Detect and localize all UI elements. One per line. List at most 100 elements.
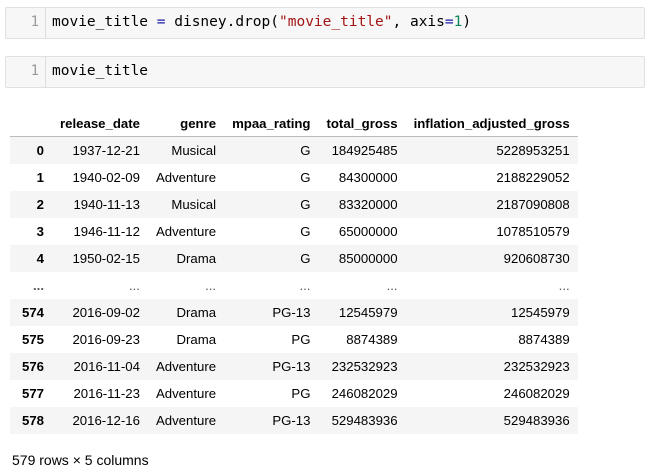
row-index: ... [33,278,45,293]
table-cell: 246082029 [503,386,570,401]
table-cell: G [300,197,311,212]
table-row: 0 1937-12-21 Musical G 184925485 5228953251 [10,136,578,164]
table-cell: PG [291,386,311,401]
table-cell: PG-13 [272,359,311,374]
table-cell: 8874389 [518,332,570,347]
code-token: movie_title [52,14,157,30]
table-cell: 2016-12-16 [72,413,140,428]
table-cell: Drama [176,251,217,266]
table-cell: 12545979 [338,305,398,320]
column-header: release_date [52,110,148,137]
line-number: 1 [6,8,46,38]
column-header: mpaa_rating [224,110,319,137]
column-header: genre [147,110,225,137]
table-cell: 84300000 [338,170,398,185]
table-cell: PG-13 [272,305,311,320]
row-index: 2 [36,197,45,212]
row-index: 4 [36,251,45,266]
row-index: 574 [22,305,45,320]
code-token: "movie_title" [279,14,393,30]
table-cell: 12545979 [510,305,570,320]
table-cell: 65000000 [338,224,398,239]
cell-output: release_date genre mpaa_rating total_gross i… [10,110,578,434]
table-cell: 920608730 [503,251,570,266]
code-token: disney.drop( [165,14,279,30]
table-cell: 2016-11-04 [73,359,140,374]
table-cell: Musical [171,197,217,212]
table-cell: 529483936 [503,413,570,428]
table-cell: G [300,143,311,158]
code-cell-1[interactable]: 1 movie_title = disney.drop("movie_title… [5,7,645,39]
table-row: 577 2016-11-23 Adventure PG 246082029 2460820… [10,380,578,407]
code-editor[interactable]: movie_title = disney.drop("movie_title",… [52,14,471,30]
table-cell: 1078510579 [496,224,570,239]
column-header: total_gross [318,110,406,137]
table-cell: Adventure [155,413,217,428]
row-index: 577 [22,386,45,401]
row-index: 578 [22,413,45,428]
table-cell: G [300,170,311,185]
table-row: 4 1950-02-15 Drama G 85000000 920608730 [10,245,578,272]
table-cell: 2188229052 [496,170,570,185]
code-cell-2[interactable]: 1 movie_title [5,56,645,88]
table-cell: 83320000 [338,197,398,212]
code-editor[interactable]: movie_title [52,63,148,79]
code-token: movie_title [52,63,149,79]
table-cell: 232532923 [331,359,398,374]
table-cell: 2016-09-02 [72,305,140,320]
table-cell: 1940-11-13 [73,197,140,212]
table-cell: 8874389 [346,332,398,347]
code-token: = [156,14,166,30]
code-token: ) [462,14,472,30]
column-header: inflation_adjusted_gross [405,110,578,137]
table-cell: PG [291,332,311,347]
row-index: 0 [36,143,45,158]
table-cell: 1937-12-21 [72,143,140,158]
table-row: 574 2016-09-02 Drama PG-13 12545979 12545979 [10,299,578,326]
dataframe-table: release_date genre mpaa_rating total_gross i… [10,110,578,434]
table-row: 576 2016-11-04 Adventure PG-13 232532923 2325… [10,353,578,380]
row-index: 3 [36,224,45,239]
table-cell: 2187090808 [496,197,570,212]
table-row: 1 1940-02-09 Adventure G 84300000 2188229052 [10,164,578,191]
table-cell: 246082029 [331,386,398,401]
row-index: 1 [36,170,45,185]
code-token: , axis [392,14,445,30]
table-cell: Adventure [155,386,217,401]
ellipsis-row: .................. [10,272,578,299]
table-cell: ... [205,278,217,293]
table-cell: 529483936 [331,413,398,428]
table-cell: G [300,224,311,239]
table-cell: ... [299,278,311,293]
table-cell: ... [558,278,570,293]
table-cell: Adventure [155,170,217,185]
table-row: 575 2016-09-23 Drama PG 8874389 8874389 [10,326,578,353]
table-cell: 184925485 [331,143,398,158]
table-cell: 1950-02-15 [72,251,140,266]
table-row: 3 1946-11-12 Adventure G 65000000 1078510579 [10,218,578,245]
row-index: 576 [22,359,45,374]
table-row: 2 1940-11-13 Musical G 83320000 2187090808 [10,191,578,218]
table-cell: 85000000 [338,251,398,266]
table-cell: Drama [176,332,217,347]
index-header [10,110,53,137]
table-cell: 232532923 [503,359,570,374]
table-cell: Adventure [155,359,217,374]
table-cell: 1946-11-12 [73,224,140,239]
dataframe-shape-label: 579 rows × 5 columns [12,452,149,468]
table-cell: 2016-11-23 [73,386,140,401]
line-number: 1 [6,57,46,87]
table-cell: ... [128,278,140,293]
table-cell: 5228953251 [496,143,570,158]
table-cell: 2016-09-23 [72,332,140,347]
table-cell: Adventure [155,224,217,239]
table-cell: Drama [176,305,217,320]
table-cell: G [300,251,311,266]
row-index: 575 [22,332,45,347]
code-token: = [444,14,454,30]
table-body: 0 1937-12-21 Musical G 184925485 5228953251 1 1… [10,136,578,434]
table-cell: 1940-02-09 [72,170,140,185]
table-header-row: release_date genre mpaa_rating total_gross i… [10,110,578,137]
table-cell: ... [386,278,398,293]
table-cell: PG-13 [272,413,311,428]
